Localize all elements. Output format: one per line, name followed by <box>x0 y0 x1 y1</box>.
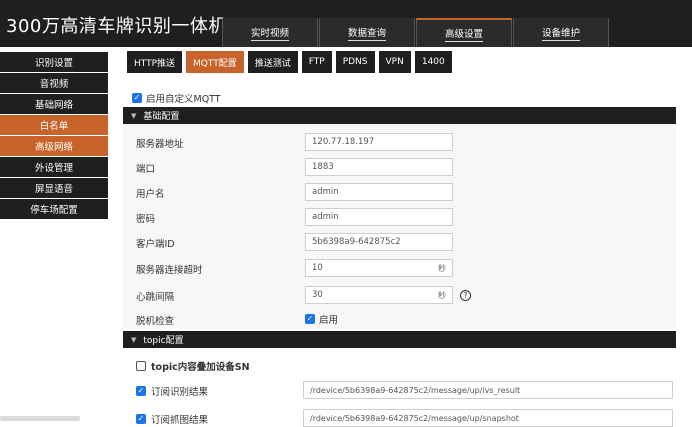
subscribe-snapshot-row: ✓ 订阅抓图结果 <box>136 412 208 426</box>
subtab-http-push[interactable]: HTTP推送 <box>127 51 183 73</box>
offline-check-row: ✓ 启用 <box>305 312 338 326</box>
heartbeat-value: 30 <box>312 290 323 300</box>
sidebar: 识别设置 音视频 基础网络 白名单 高级网络 外设管理 屏显语音 停车场配置 <box>0 52 108 220</box>
sidebar-item-whitelist[interactable]: 白名单 <box>0 115 108 135</box>
heartbeat-label: 心跳间隔 <box>136 292 175 303</box>
app-title: 300万高清车牌识别一体机 <box>6 16 227 37</box>
offline-check-checkbox[interactable]: ✓ <box>305 314 315 324</box>
password-input[interactable]: admin <box>305 208 453 226</box>
sidebar-item-peripheral[interactable]: 外设管理 <box>0 157 108 177</box>
subtab-pdns[interactable]: PDNS <box>335 51 375 73</box>
subscribe-snapshot-checkbox[interactable]: ✓ <box>136 414 146 424</box>
basic-section-title: 基础配置 <box>143 112 180 122</box>
username-label: 用户名 <box>136 189 165 200</box>
client-id-label: 客户端ID <box>136 239 175 250</box>
subscribe-snapshot-input[interactable]: /rdevice/5b6398a9-642875c2/message/up/sn… <box>303 409 673 427</box>
heartbeat-unit: 秒 <box>438 291 446 300</box>
horizontal-scrollbar[interactable] <box>0 416 80 421</box>
timeout-unit: 秒 <box>438 264 446 273</box>
sidebar-item-recognition[interactable]: 识别设置 <box>0 52 108 72</box>
server-addr-input[interactable]: 120.77.18.197 <box>305 133 453 151</box>
subtab-vpn[interactable]: VPN <box>378 51 411 73</box>
topic-section-title: topic配置 <box>143 336 184 346</box>
tab-data-query-label: 数据查询 <box>347 25 386 41</box>
sidebar-item-parking[interactable]: 停车场配置 <box>0 199 108 219</box>
enable-mqtt-label: 启用自定义MQTT <box>146 94 221 105</box>
timeout-label: 服务器连接超时 <box>136 265 203 276</box>
tab-advanced-settings[interactable]: 高级设置 <box>416 18 512 47</box>
tab-data-query[interactable]: 数据查询 <box>319 18 415 47</box>
collapse-icon: ▼ <box>131 335 137 344</box>
subscribe-result-row: ✓ 订阅识别结果 <box>136 384 208 398</box>
server-addr-label: 服务器地址 <box>136 139 184 150</box>
collapse-icon: ▼ <box>131 111 137 120</box>
heartbeat-input[interactable]: 30 秒 <box>305 286 453 304</box>
tab-device-maintenance-label: 设备维护 <box>541 25 580 41</box>
offline-check-option: 启用 <box>319 315 339 326</box>
topic-section-header[interactable]: ▼ topic配置 <box>123 331 676 348</box>
client-id-input[interactable]: 5b6398a9-642875c2 <box>305 233 453 251</box>
enable-mqtt-row: ✓ 启用自定义MQTT <box>132 91 221 105</box>
subtab-mqtt[interactable]: MQTT配置 <box>186 51 244 73</box>
timeout-input[interactable]: 10 秒 <box>305 259 453 277</box>
subtab-push-test[interactable]: 推送测试 <box>247 51 298 73</box>
subtab-ftp[interactable]: FTP <box>301 51 332 73</box>
tab-live-video-label: 实时视频 <box>250 25 289 41</box>
sidebar-item-audio-video[interactable]: 音视频 <box>0 73 108 93</box>
enable-mqtt-checkbox[interactable]: ✓ <box>132 93 142 103</box>
tab-advanced-settings-label: 高级设置 <box>444 26 483 42</box>
tab-device-maintenance[interactable]: 设备维护 <box>513 18 609 47</box>
basic-section-header[interactable]: ▼ 基础配置 <box>123 107 676 124</box>
subscribe-result-checkbox[interactable]: ✓ <box>136 386 146 396</box>
port-input[interactable]: 1883 <box>305 158 453 176</box>
append-sn-checkbox[interactable] <box>136 361 146 371</box>
sub-tabs: HTTP推送 MQTT配置 推送测试 FTP PDNS VPN 1400 <box>127 51 456 73</box>
sidebar-item-display-voice[interactable]: 屏显语音 <box>0 178 108 198</box>
username-input[interactable]: admin <box>305 183 453 201</box>
offline-check-label: 脱机检查 <box>136 316 175 327</box>
help-icon[interactable]: ? <box>460 290 471 301</box>
subscribe-snapshot-label: 订阅抓图结果 <box>151 415 209 426</box>
append-sn-label: topic内容叠加设备SN <box>151 362 250 373</box>
sidebar-item-basic-network[interactable]: 基础网络 <box>0 94 108 114</box>
subscribe-result-input[interactable]: /rdevice/5b6398a9-642875c2/message/up/iv… <box>303 381 673 399</box>
port-label: 端口 <box>136 164 156 175</box>
append-sn-row: topic内容叠加设备SN <box>136 359 250 373</box>
tab-live-video[interactable]: 实时视频 <box>222 18 318 47</box>
sidebar-item-advanced-network[interactable]: 高级网络 <box>0 136 108 156</box>
top-header: 300万高清车牌识别一体机 实时视频 数据查询 高级设置 设备维护 <box>0 0 692 47</box>
subtab-1400[interactable]: 1400 <box>414 51 452 73</box>
subscribe-result-label: 订阅识别结果 <box>151 387 209 398</box>
timeout-value: 10 <box>312 263 323 273</box>
password-label: 密码 <box>136 214 156 225</box>
main-nav: 实时视频 数据查询 高级设置 设备维护 <box>222 18 610 47</box>
